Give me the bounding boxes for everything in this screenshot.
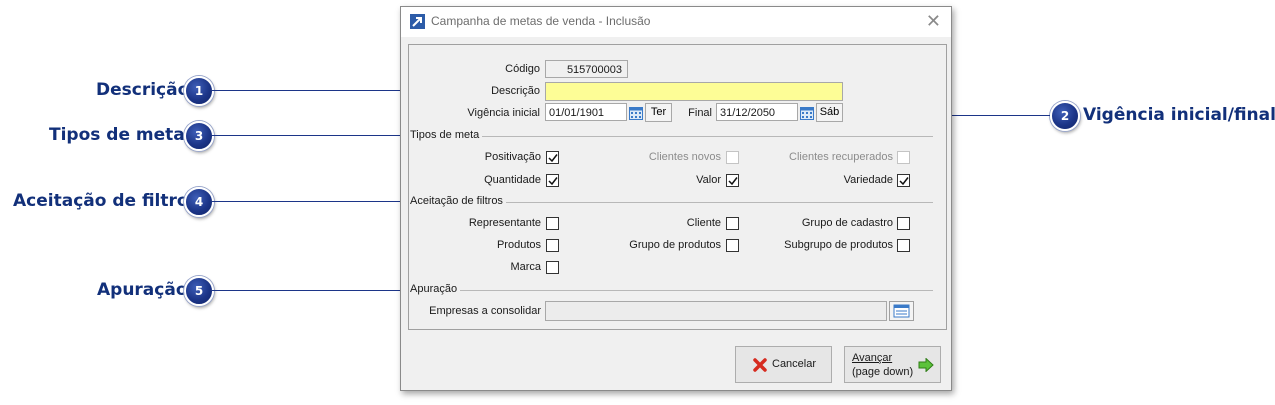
callout-badge-3: 3 bbox=[184, 121, 214, 151]
vigencia-inicial-day-button[interactable]: Ter bbox=[645, 103, 672, 122]
callout-badge-2: 2 bbox=[1050, 101, 1080, 131]
quantidade-checkbox[interactable] bbox=[546, 174, 559, 187]
positivacao-label: Positivação bbox=[484, 151, 541, 163]
lookup-list-button[interactable] bbox=[889, 301, 914, 321]
callout-label-tipos-metas: Tipos de metas bbox=[49, 125, 195, 145]
title-bar[interactable]: Campanha de metas de venda - Inclusão ✕ bbox=[401, 7, 951, 37]
vigencia-inicial-input[interactable]: 01/01/1901 bbox=[545, 103, 627, 121]
advance-sublabel: (page down) bbox=[852, 366, 914, 378]
variedade-label: Variedade bbox=[843, 174, 893, 186]
leader-line-apuracao bbox=[212, 288, 409, 293]
leader-line-filtros bbox=[212, 199, 409, 204]
callout-label-filtros: Aceitação de filtros bbox=[13, 191, 199, 211]
callout-label-descricao: Descrição bbox=[96, 80, 190, 100]
subgrupo-produtos-label: Subgrupo de produtos bbox=[784, 239, 893, 251]
app-arrow-icon bbox=[410, 14, 425, 29]
dialog-window: Campanha de metas de venda - Inclusão ✕ … bbox=[400, 6, 952, 391]
valor-checkbox[interactable] bbox=[726, 174, 739, 187]
callout-label-vigencia: Vigência inicial/final bbox=[1083, 105, 1275, 125]
callout-badge-4: 4 bbox=[184, 187, 214, 217]
advance-label: Avançar bbox=[852, 352, 893, 364]
quantidade-label: Quantidade bbox=[484, 174, 541, 186]
positivacao-checkbox[interactable] bbox=[546, 151, 559, 164]
cancel-button[interactable]: Cancelar bbox=[735, 346, 832, 383]
codigo-field: 515700003 bbox=[545, 60, 628, 78]
window-title: Campanha de metas de venda - Inclusão bbox=[431, 14, 651, 28]
form-panel: Código 515700003 Descrição Vigência inic… bbox=[408, 44, 947, 330]
clientes-novos-checkbox[interactable] bbox=[726, 151, 739, 164]
final-label: Final bbox=[688, 107, 712, 119]
clientes-recuperados-checkbox[interactable] bbox=[897, 151, 910, 164]
cliente-checkbox[interactable] bbox=[726, 217, 739, 230]
marca-label: Marca bbox=[510, 261, 541, 273]
vigencia-inicial-label: Vigência inicial bbox=[467, 107, 540, 119]
final-input[interactable]: 31/12/2050 bbox=[716, 103, 798, 121]
list-icon bbox=[893, 304, 910, 318]
green-arrow-icon bbox=[918, 358, 934, 372]
leader-line-tipos-metas bbox=[212, 133, 409, 138]
produtos-checkbox[interactable] bbox=[546, 239, 559, 252]
callout-badge-1: 1 bbox=[184, 76, 214, 106]
representante-checkbox[interactable] bbox=[546, 217, 559, 230]
section-separator bbox=[411, 290, 933, 291]
grupo-produtos-checkbox[interactable] bbox=[726, 239, 739, 252]
clientes-recuperados-label: Clientes recuperados bbox=[789, 151, 893, 163]
grupo-cadastro-label: Grupo de cadastro bbox=[801, 217, 893, 229]
section-title-apuracao: Apuração bbox=[410, 283, 461, 295]
callout-label-apuracao: Apuração bbox=[97, 280, 188, 300]
callout-badge-5: 5 bbox=[184, 276, 214, 306]
marca-checkbox[interactable] bbox=[546, 261, 559, 274]
grupo-produtos-label: Grupo de produtos bbox=[629, 239, 721, 251]
calendar-icon[interactable] bbox=[629, 106, 643, 120]
advance-button[interactable]: Avançar (page down) bbox=[844, 346, 941, 383]
cancel-label: Cancelar bbox=[772, 358, 817, 370]
final-day-button[interactable]: Sáb bbox=[816, 103, 843, 122]
representante-label: Representante bbox=[468, 217, 541, 229]
empresas-consolidar-field[interactable] bbox=[545, 301, 887, 321]
produtos-label: Produtos bbox=[496, 239, 541, 251]
variedade-checkbox[interactable] bbox=[897, 174, 910, 187]
clientes-novos-label: Clientes novos bbox=[648, 151, 721, 163]
section-title-filtros: Aceitação de filtros bbox=[410, 195, 506, 207]
red-x-icon bbox=[753, 358, 767, 372]
empresas-consolidar-label: Empresas a consolidar bbox=[429, 305, 541, 317]
descricao-label: Descrição bbox=[491, 85, 540, 97]
grupo-cadastro-checkbox[interactable] bbox=[897, 217, 910, 230]
section-title-tipos-meta: Tipos de meta bbox=[410, 129, 483, 141]
cliente-label: Cliente bbox=[686, 217, 721, 229]
subgrupo-produtos-checkbox[interactable] bbox=[897, 239, 910, 252]
valor-label: Valor bbox=[696, 174, 721, 186]
calendar-icon[interactable] bbox=[800, 106, 814, 120]
descricao-input[interactable] bbox=[545, 82, 843, 101]
section-separator bbox=[411, 136, 933, 137]
close-icon[interactable]: ✕ bbox=[926, 11, 941, 31]
codigo-label: Código bbox=[505, 63, 540, 75]
